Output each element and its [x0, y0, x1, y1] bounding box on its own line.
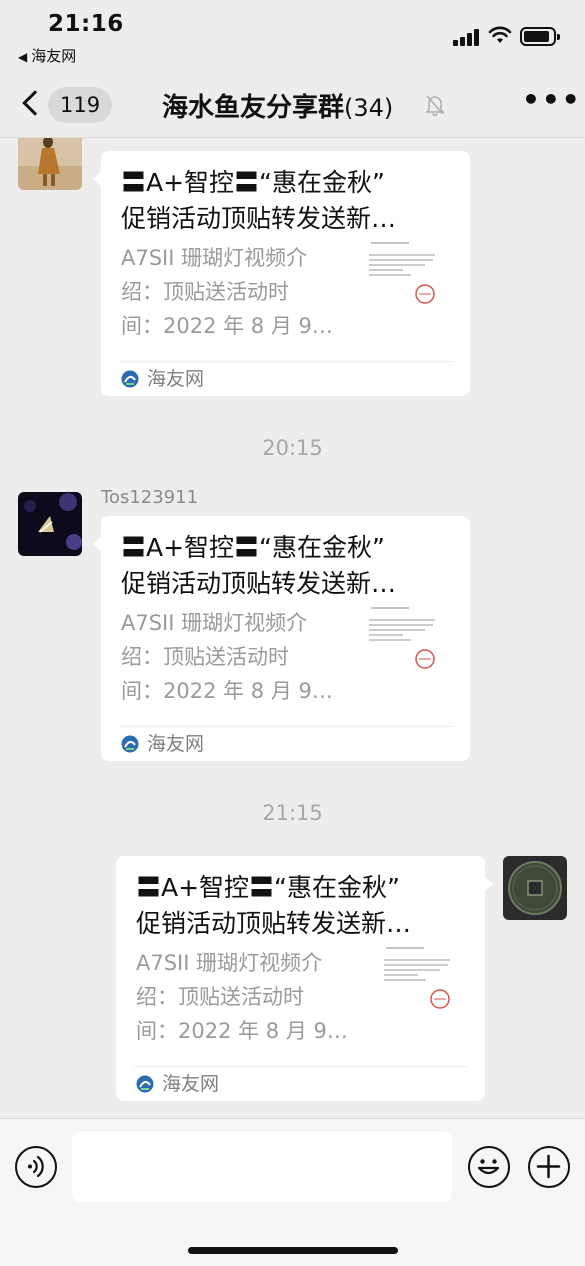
card-title: 〓A+智控〓“惠在金秋” 促销活动顶贴转发送新…: [121, 533, 397, 598]
emoji-button[interactable]: [468, 1146, 510, 1188]
card-title: 〓A+智控〓“惠在金秋” 促销活动顶贴转发送新…: [121, 168, 397, 233]
timestamp: 21:15: [262, 801, 323, 825]
more-options-button[interactable]: •••: [522, 86, 580, 116]
link-card[interactable]: 〓A+智控〓“惠在金秋” 促销活动顶贴转发送新… A7SII 珊瑚灯视频介 绍：…: [116, 856, 493, 1101]
back-triangle-icon: ◀: [18, 50, 28, 64]
card-thumbnail: [378, 944, 458, 1024]
bell-slash-icon: [425, 95, 445, 116]
voice-input-button[interactable]: [15, 1146, 57, 1188]
back-button[interactable]: 119: [20, 86, 116, 126]
message-input[interactable]: [72, 1132, 452, 1202]
card-thumbnail: [363, 239, 443, 319]
chat-title[interactable]: 海水鱼友分享群(34): [162, 87, 393, 124]
back-app-label: 海友网: [31, 47, 77, 65]
home-indicator[interactable]: [188, 1247, 398, 1254]
sender-name: Tos123911: [101, 487, 199, 508]
haiyou-logo-icon: [136, 1075, 154, 1093]
chevron-left-icon: [22, 90, 48, 116]
card-source: 海友网: [121, 366, 204, 392]
avatar-photo-icon: [18, 138, 82, 190]
status-bar: 21:16 ◀ 海友网: [0, 0, 585, 70]
group-name: 海水鱼友分享群: [162, 93, 345, 123]
message-list[interactable]: 〓A+智控〓“惠在金秋” 促销活动顶贴转发送新… A7SII 珊瑚灯视频介 绍：…: [0, 138, 585, 1118]
chat-header: 119 海水鱼友分享群(34) •••: [0, 70, 585, 138]
emoji-icon: [477, 1159, 500, 1175]
card-source: 海友网: [136, 1071, 219, 1097]
card-description: A7SII 珊瑚灯视频介 绍：顶贴送活动时 间：2022 年 8 月 9…: [121, 611, 333, 703]
haiyou-logo-icon: [121, 370, 139, 388]
card-description: A7SII 珊瑚灯视频介 绍：顶贴送活动时 间：2022 年 8 月 9…: [121, 246, 333, 338]
more-dots-icon: •••: [522, 83, 582, 116]
unread-count-badge: 119: [48, 87, 113, 123]
card-description: A7SII 珊瑚灯视频介 绍：顶贴送活动时 间：2022 年 8 月 9…: [136, 951, 348, 1043]
member-count: (34): [344, 94, 394, 122]
plus-icon: [536, 1154, 561, 1179]
cellular-signal-icon: [453, 28, 481, 46]
timestamp: 20:15: [262, 436, 323, 460]
wifi-icon: [488, 26, 512, 43]
avatar[interactable]: [503, 856, 567, 920]
voice-icon: [28, 1155, 44, 1178]
avatar[interactable]: [18, 138, 82, 190]
link-card[interactable]: 〓A+智控〓“惠在金秋” 促销活动顶贴转发送新… A7SII 珊瑚灯视频介 绍：…: [93, 151, 470, 396]
avatar-photo-icon: [18, 492, 82, 556]
avatar-coin-icon: [503, 856, 567, 920]
input-bar: [0, 1118, 585, 1266]
more-actions-button[interactable]: [528, 1146, 570, 1188]
card-thumbnail: [363, 604, 443, 684]
card-title: 〓A+智控〓“惠在金秋” 促销活动顶贴转发送新…: [136, 873, 412, 938]
avatar[interactable]: [18, 492, 82, 556]
card-source: 海友网: [121, 731, 204, 757]
back-to-app-link[interactable]: ◀ 海友网: [18, 45, 76, 66]
haiyou-logo-icon: [121, 735, 139, 753]
status-time: 21:16: [48, 11, 124, 37]
battery-icon: [520, 27, 560, 46]
link-card[interactable]: 〓A+智控〓“惠在金秋” 促销活动顶贴转发送新… A7SII 珊瑚灯视频介 绍：…: [93, 516, 470, 761]
